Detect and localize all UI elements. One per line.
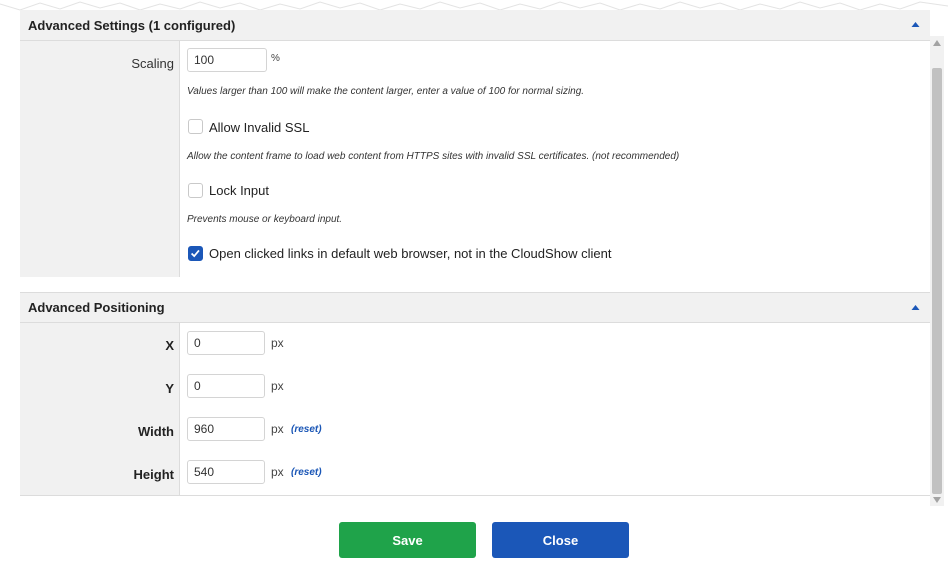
lock-input-hint: Prevents mouse or keyboard input. (187, 214, 343, 225)
close-button[interactable]: Close (492, 522, 629, 558)
height-label: Height (133, 467, 174, 482)
x-label: X (165, 338, 174, 353)
width-unit: px (271, 422, 284, 436)
scaling-label: Scaling (131, 56, 174, 71)
scaling-input[interactable]: 100 (187, 48, 267, 72)
chevron-up-icon[interactable] (911, 304, 920, 311)
advanced-positioning-header[interactable]: Advanced Positioning (20, 292, 930, 323)
height-input[interactable]: 540 (187, 460, 265, 484)
scroll-down-icon[interactable] (933, 497, 941, 503)
check-icon (190, 249, 200, 258)
x-input[interactable]: 0 (187, 331, 265, 355)
width-reset-link[interactable]: (reset) (291, 424, 322, 435)
scrollbar-thumb[interactable] (932, 68, 942, 494)
section-bottom-divider (20, 495, 930, 496)
settings-dialog: Advanced Settings (1 configured) Scaling… (0, 0, 948, 565)
advanced-settings-title: Advanced Settings (1 configured) (28, 17, 236, 33)
y-unit: px (271, 379, 284, 393)
open-links-label[interactable]: Open clicked links in default web browse… (209, 246, 612, 261)
allow-invalid-ssl-checkbox[interactable] (188, 119, 203, 134)
allow-invalid-ssl-hint: Allow the content frame to load web cont… (187, 151, 680, 162)
chevron-up-icon[interactable] (911, 21, 920, 28)
settings-scroll-area[interactable]: Advanced Settings (1 configured) Scaling… (20, 10, 930, 496)
advanced-positioning-title: Advanced Positioning (28, 300, 165, 315)
open-links-checkbox[interactable] (188, 246, 203, 261)
height-reset-link[interactable]: (reset) (291, 467, 322, 478)
y-input[interactable]: 0 (187, 374, 265, 398)
scroll-up-icon[interactable] (933, 40, 941, 46)
save-button[interactable]: Save (339, 522, 476, 558)
width-input[interactable]: 960 (187, 417, 265, 441)
scaling-unit: % (271, 53, 280, 64)
lock-input-checkbox[interactable] (188, 183, 203, 198)
advanced-settings-header[interactable]: Advanced Settings (1 configured) (20, 10, 930, 41)
width-label: Width (138, 424, 174, 439)
lock-input-label[interactable]: Lock Input (209, 183, 269, 198)
x-unit: px (271, 336, 284, 350)
y-label: Y (165, 381, 174, 396)
allow-invalid-ssl-label[interactable]: Allow Invalid SSL (209, 120, 309, 135)
height-unit: px (271, 465, 284, 479)
settings-label-column (20, 41, 180, 277)
scaling-hint: Values larger than 100 will make the con… (187, 86, 585, 97)
